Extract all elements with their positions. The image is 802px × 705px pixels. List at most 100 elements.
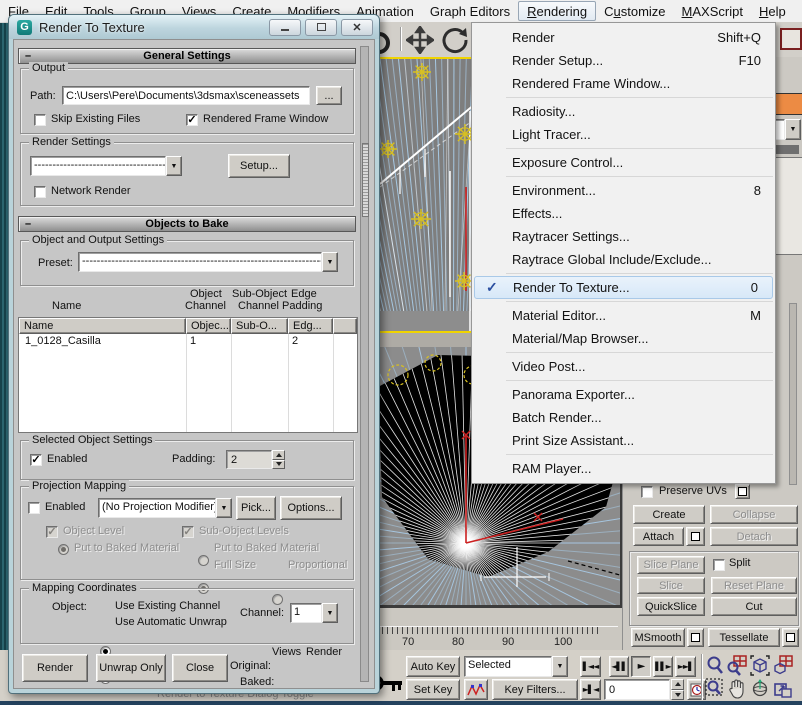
menu-item-rendered-frame-window[interactable]: Rendered Frame Window...: [472, 72, 775, 95]
menu-customize[interactable]: Customize: [596, 0, 673, 22]
close-button[interactable]: ✕: [341, 19, 373, 36]
pan-hand-icon[interactable]: [727, 678, 747, 699]
attach-button[interactable]: Attach: [633, 527, 684, 546]
msmooth-button[interactable]: MSmooth: [631, 628, 685, 647]
spinner-up-icon[interactable]: [272, 450, 285, 460]
spinner-down-icon[interactable]: [272, 460, 285, 470]
collapse-button[interactable]: Collapse: [710, 505, 798, 524]
timeline-ruler[interactable]: 708090100: [378, 608, 622, 650]
chevron-down-icon[interactable]: ▼: [216, 498, 232, 518]
listview-header-edge[interactable]: Edg...: [288, 318, 333, 334]
zoom-icon[interactable]: [705, 655, 724, 676]
slice-plane-button[interactable]: Slice Plane: [637, 556, 705, 574]
select-rotate-icon[interactable]: [440, 25, 470, 55]
listview-body[interactable]: 1_0128_Casilla12: [19, 334, 357, 432]
network-render-checkbox[interactable]: [34, 186, 46, 198]
unwrap-only-button[interactable]: Unwrap Only: [96, 654, 166, 682]
tessellate-button[interactable]: Tessellate: [708, 628, 780, 647]
menu-item-raytrace-global-include-exclude[interactable]: Raytrace Global Include/Exclude...: [472, 248, 775, 271]
menu-item-print-size-assistant[interactable]: Print Size Assistant...: [472, 429, 775, 452]
menu-item-batch-render[interactable]: Batch Render...: [472, 406, 775, 429]
menu-item-render[interactable]: RenderShift+Q: [472, 26, 775, 49]
menu-item-effects[interactable]: Effects...: [472, 202, 775, 225]
arc-rotate-icon[interactable]: [750, 678, 770, 699]
channel-dropdown[interactable]: 1 ▼: [290, 603, 338, 623]
setup-button[interactable]: Setup...: [228, 154, 290, 178]
path-field[interactable]: C:\Users\Pere\Documents\3dsmax\sceneasse…: [62, 86, 310, 105]
menu-item-environment[interactable]: Environment...8: [472, 179, 775, 202]
goto-start-button[interactable]: ▌◄◄: [580, 656, 601, 677]
key-mode-toggle-button[interactable]: ►▌◄: [580, 679, 601, 700]
browse-button[interactable]: ...: [316, 86, 342, 105]
render-button[interactable]: Render: [22, 654, 88, 682]
zoom-region-icon[interactable]: [705, 678, 724, 699]
menu-maxscript[interactable]: MAXScript: [674, 0, 751, 22]
set-key-button[interactable]: Set Key: [406, 679, 460, 700]
menu-rendering[interactable]: Rendering: [518, 1, 596, 21]
objects-listview[interactable]: Name Objec... Sub-O... Edg... 1_0128_Cas…: [18, 317, 358, 433]
listview-header-object[interactable]: Objec...: [186, 318, 231, 334]
menu-item-radiosity[interactable]: Radiosity...: [472, 100, 775, 123]
play-button[interactable]: ►: [631, 656, 651, 677]
listview-header-name[interactable]: Name: [19, 318, 186, 334]
rendered-frame-window-checkbox[interactable]: ✓: [186, 114, 198, 126]
close-dialog-button[interactable]: Close: [172, 654, 228, 682]
minimize-button[interactable]: [269, 19, 301, 36]
cut-button[interactable]: Cut: [711, 597, 797, 616]
maximize-viewport-icon[interactable]: [773, 678, 793, 699]
menu-item-panorama-exporter[interactable]: Panorama Exporter...: [472, 383, 775, 406]
menu-item-material-editor[interactable]: Material Editor...M: [472, 304, 775, 327]
bake-preset-dropdown[interactable]: ----------------------------------------…: [78, 252, 338, 272]
skip-existing-checkbox[interactable]: [34, 114, 46, 126]
split-checkbox[interactable]: [713, 559, 725, 571]
menu-item-video-post[interactable]: Video Post...: [472, 355, 775, 378]
projection-enabled-checkbox[interactable]: [28, 502, 40, 514]
chevron-down-icon[interactable]: ▼: [552, 656, 568, 677]
menu-item-exposure-control[interactable]: Exposure Control...: [472, 151, 775, 174]
zoom-all-icon[interactable]: [727, 655, 747, 676]
auto-key-button[interactable]: Auto Key: [406, 656, 460, 677]
put-baked-subobject-radio[interactable]: [198, 555, 209, 566]
menu-graph-editors[interactable]: Graph Editors: [422, 0, 518, 22]
menu-item-render-setup[interactable]: Render Setup...F10: [472, 49, 775, 72]
tessellate-settings-button[interactable]: [782, 628, 799, 647]
projection-modifier-dropdown[interactable]: (No Projection Modifier) ▼: [98, 498, 232, 518]
detach-button[interactable]: Detach: [710, 527, 798, 546]
menu-item-ram-player[interactable]: RAM Player...: [472, 457, 775, 480]
time-configuration-button[interactable]: [687, 679, 706, 700]
preserve-uvs-checkbox[interactable]: [641, 486, 653, 498]
padding-spinner[interactable]: [272, 450, 285, 469]
spinner-down-icon[interactable]: [671, 690, 684, 701]
chevron-down-icon[interactable]: ▼: [322, 603, 338, 623]
pick-button[interactable]: Pick...: [236, 496, 276, 520]
quickslice-button[interactable]: QuickSlice: [637, 597, 705, 616]
padding-field[interactable]: 2: [226, 450, 272, 469]
create-button[interactable]: Create: [633, 505, 705, 524]
enabled-checkbox[interactable]: ✓: [30, 454, 42, 466]
zoom-extents-all-icon[interactable]: [773, 655, 793, 676]
render-preset-dropdown[interactable]: ----------------------------------------…: [30, 156, 182, 176]
select-scale-icon[interactable]: [780, 28, 802, 50]
menu-item-raytracer-settings[interactable]: Raytracer Settings...: [472, 225, 775, 248]
put-baked-object-radio[interactable]: [58, 544, 69, 555]
previous-frame-button[interactable]: ◄▌▌: [609, 656, 629, 677]
chevron-down-icon[interactable]: ▼: [322, 252, 338, 272]
menu-item-light-tracer[interactable]: Light Tracer...: [472, 123, 775, 146]
key-filters-button[interactable]: Key Filters...: [492, 679, 578, 700]
select-move-icon[interactable]: [406, 26, 434, 54]
reset-plane-button[interactable]: Reset Plane: [711, 577, 797, 594]
options-button[interactable]: Options...: [280, 496, 342, 520]
set-key-curve-button[interactable]: [464, 679, 488, 700]
listview-header-subobject[interactable]: Sub-O...: [231, 318, 288, 334]
attach-settings-button[interactable]: [686, 527, 705, 546]
table-row[interactable]: 1_0128_Casilla12: [19, 334, 357, 349]
goto-end-button[interactable]: ►►▌: [675, 656, 696, 677]
dialog-titlebar[interactable]: G Render To Texture ✕: [9, 15, 379, 39]
slice-button[interactable]: Slice: [637, 577, 705, 594]
spinner-up-icon[interactable]: [671, 679, 684, 690]
zoom-extents-icon[interactable]: [750, 655, 770, 676]
preserve-uvs-settings-button[interactable]: [735, 484, 750, 499]
rollout-objects-to-bake[interactable]: – Objects to Bake: [18, 216, 356, 232]
maximize-button[interactable]: [305, 19, 337, 36]
chevron-down-icon[interactable]: ▼: [785, 119, 801, 140]
